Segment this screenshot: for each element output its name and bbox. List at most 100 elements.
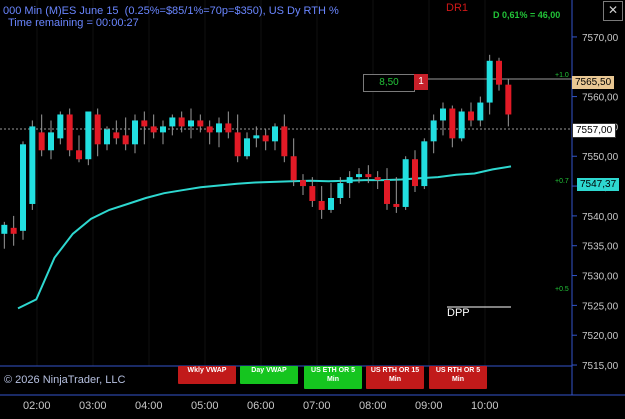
candle-body[interactable] <box>430 120 437 142</box>
candle-body[interactable] <box>412 159 418 187</box>
wkly-vwap-button[interactable]: Wkly VWAP <box>178 366 236 384</box>
wkly-vwap-label: Wkly VWAP <box>187 367 227 374</box>
candle-body[interactable] <box>178 117 185 127</box>
candle-body[interactable] <box>449 108 456 139</box>
candle-body[interactable] <box>253 135 260 139</box>
candle-body[interactable] <box>122 135 129 145</box>
candle-body[interactable] <box>421 141 428 187</box>
order-box-count[interactable]: 1 <box>414 74 428 90</box>
time-tick-label: 02:00 <box>23 400 51 412</box>
time-tick-label: 04:00 <box>135 400 163 412</box>
time-tick-label: 10:00 <box>471 400 499 412</box>
candle-body[interactable] <box>374 177 381 181</box>
us-rth-or15-button[interactable]: US RTH OR 15 Min <box>366 366 424 389</box>
candle-body[interactable] <box>132 120 138 145</box>
price-chart[interactable]: 7570,007560,007555,007550,007545,007540,… <box>0 0 625 419</box>
day-vwap-label: Day VWAP <box>251 367 287 374</box>
high-price-tag: 7565,50 <box>572 76 615 89</box>
candle-body[interactable] <box>1 224 8 234</box>
us-rth-or5-button[interactable]: US RTH OR 5 Min <box>429 366 487 389</box>
candle-body[interactable] <box>384 180 390 204</box>
candle-body[interactable] <box>57 114 64 139</box>
candle-body[interactable] <box>486 60 493 103</box>
candle-body[interactable] <box>244 138 250 157</box>
daily-change-stat: D 0,61% = 46,00 <box>493 10 561 20</box>
candle-body[interactable] <box>150 126 157 133</box>
candle-body[interactable] <box>402 159 409 207</box>
dr-label: DR1 <box>446 2 469 14</box>
candle-body[interactable] <box>477 102 484 121</box>
time-tick-label: 03:00 <box>79 400 107 412</box>
time-remaining: Time remaining = 00:00:27 <box>8 17 139 29</box>
candle-body[interactable] <box>85 111 92 160</box>
day-vwap-button[interactable]: Day VWAP <box>240 366 298 384</box>
time-tick-label: 08:00 <box>359 400 387 412</box>
candle-body[interactable] <box>216 123 222 133</box>
candle-body[interactable] <box>10 227 17 234</box>
candle-body[interactable] <box>328 198 334 210</box>
vwap-price-tag: 7547,37 <box>577 178 620 191</box>
time-tick-label: 07:00 <box>303 400 331 412</box>
candle-body[interactable] <box>38 132 45 151</box>
us-eth-or5-button[interactable]: US ETH OR 5 Min <box>304 366 362 389</box>
vwap-line <box>17 165 512 310</box>
candle-body[interactable] <box>365 174 372 178</box>
last-price-tag: 7557,00 <box>572 123 617 138</box>
candle-body[interactable] <box>290 156 297 181</box>
candle-body[interactable] <box>281 126 288 157</box>
us-rth-or15-label-2: Min <box>388 376 402 383</box>
percent-mark-low: +0.5 <box>555 286 569 293</box>
us-rth-or5-label-1: US RTH OR 5 <box>435 367 481 374</box>
candle-body[interactable] <box>262 135 269 142</box>
us-rth-or15-label-1: US RTH OR 15 <box>370 367 420 374</box>
close-icon[interactable]: ✕ <box>603 1 623 21</box>
candle-body[interactable] <box>188 120 194 127</box>
candle-body[interactable] <box>440 108 446 121</box>
time-tick-label: 09:00 <box>415 400 443 412</box>
candle-body[interactable] <box>197 120 204 127</box>
price-tick-label: 7525,00 <box>582 301 619 312</box>
percent-mark-mid: +0.7 <box>555 178 569 185</box>
time-tick-label: 06:00 <box>247 400 275 412</box>
order-box-value[interactable]: 8,50 <box>363 74 415 92</box>
us-rth-or5-label-2: Min <box>451 376 465 383</box>
price-tick-label: 7530,00 <box>582 272 619 283</box>
price-tick-label: 7535,00 <box>582 242 619 253</box>
candle-body[interactable] <box>104 129 110 145</box>
candle-body[interactable] <box>272 126 278 142</box>
candle-body[interactable] <box>496 60 502 85</box>
candle-body[interactable] <box>468 111 474 121</box>
candle-body[interactable] <box>169 117 176 127</box>
candle-body[interactable] <box>225 123 232 133</box>
candle-body[interactable] <box>309 186 316 201</box>
candle-body[interactable] <box>393 203 400 207</box>
candle-body[interactable] <box>300 180 306 187</box>
candle-body[interactable] <box>141 120 148 127</box>
price-tick-label: 7550,00 <box>582 152 619 163</box>
price-tick-label: 7515,00 <box>582 361 619 372</box>
candle-body[interactable] <box>206 126 213 133</box>
price-tick-label: 7560,00 <box>582 93 619 104</box>
candle-body[interactable] <box>346 177 353 184</box>
price-tick-label: 7570,00 <box>582 33 619 44</box>
candle-body[interactable] <box>337 183 344 198</box>
candle-body[interactable] <box>76 150 82 160</box>
candle-body[interactable] <box>66 114 73 151</box>
candles <box>1 54 512 249</box>
candle-body[interactable] <box>458 111 465 139</box>
candle-body[interactable] <box>29 126 36 204</box>
price-tick-label: 7520,00 <box>582 331 619 342</box>
candle-body[interactable] <box>48 132 54 151</box>
candle-body[interactable] <box>94 114 101 145</box>
candle-body[interactable] <box>234 132 241 157</box>
candle-body[interactable] <box>505 84 512 115</box>
candle-body[interactable] <box>113 132 120 139</box>
percent-mark-high: +1.0 <box>555 72 569 79</box>
dpp-label: DPP <box>447 307 470 319</box>
copyright-text: © 2026 NinjaTrader, LLC <box>4 374 126 386</box>
candle-body[interactable] <box>318 200 325 210</box>
candle-body[interactable] <box>20 144 26 231</box>
candle-body[interactable] <box>160 126 166 133</box>
candle-body[interactable] <box>356 174 362 178</box>
us-eth-or5-label-2: Min <box>326 376 340 383</box>
